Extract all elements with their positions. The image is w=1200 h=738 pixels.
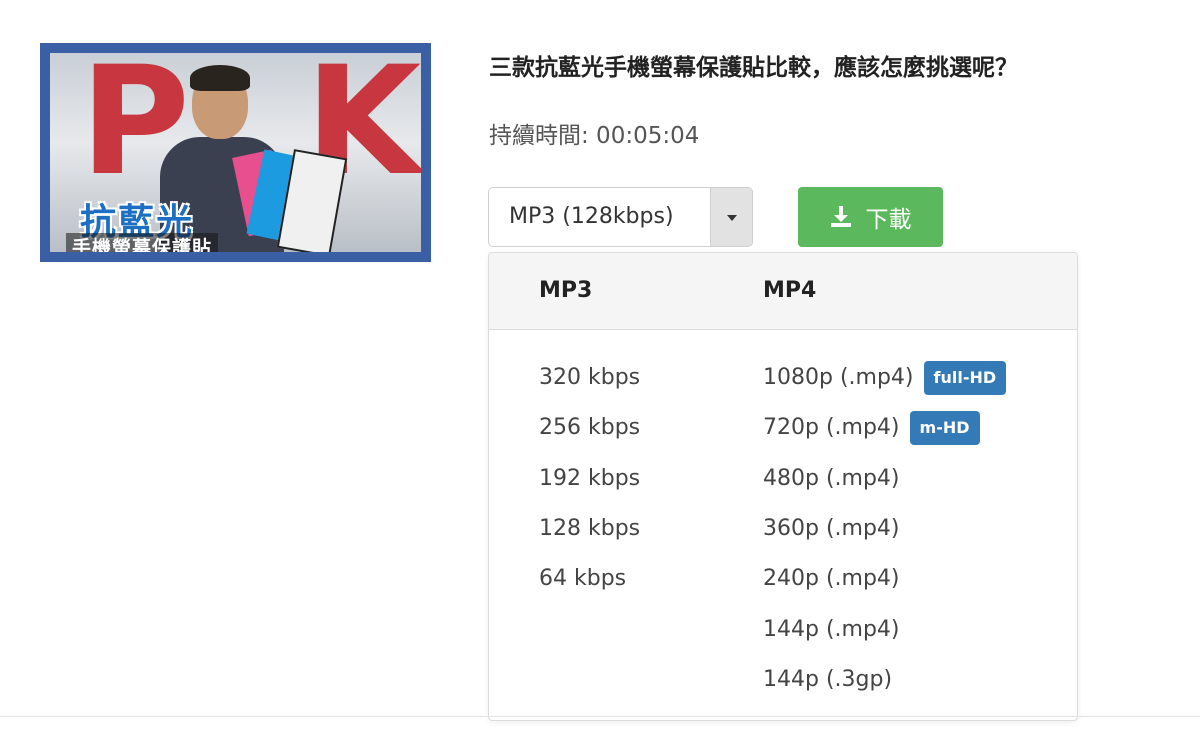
option-label: 64 kbps	[539, 566, 627, 592]
thumbnail-subtitle-text: 手機螢幕保護貼	[66, 233, 219, 252]
video-duration: 持續時間: 00:05:04	[489, 123, 700, 149]
mp3-options-list: 320 kbps 256 kbps 192 kbps 128 kbps 64 k…	[539, 353, 640, 604]
mp4-option-360p[interactable]: 360p (.mp4)	[763, 504, 1006, 554]
mp3-option-64kbps[interactable]: 64 kbps	[539, 554, 640, 604]
option-label: 144p (.mp4)	[763, 616, 900, 642]
option-label: 128 kbps	[539, 516, 641, 542]
format-select-value: MP3 (128kbps)	[509, 204, 674, 229]
option-label: 1080p (.mp4)	[763, 365, 914, 391]
download-icon	[830, 206, 851, 227]
mp3-option-320kbps[interactable]: 320 kbps	[539, 353, 640, 403]
mp4-option-1080p[interactable]: 1080p (.mp4) full-HD	[763, 353, 1007, 403]
mp3-option-256kbps[interactable]: 256 kbps	[539, 403, 640, 453]
video-thumbnail: P K 抗藍光 手機螢幕保護貼	[40, 43, 431, 262]
option-label: 256 kbps	[539, 415, 641, 441]
option-label: 320 kbps	[539, 365, 641, 391]
thumbnail-image: P K 抗藍光 手機螢幕保護貼	[50, 53, 421, 252]
caret-down-icon[interactable]	[710, 188, 752, 246]
download-button[interactable]: 下載	[798, 187, 943, 247]
mp4-option-480p[interactable]: 480p (.mp4)	[763, 454, 1006, 504]
option-label: 144p (.3gp)	[763, 666, 893, 692]
video-title: 三款抗藍光手機螢幕保護貼比較，應該怎麼挑選呢？	[489, 55, 1018, 81]
mp3-option-128kbps[interactable]: 128 kbps	[539, 504, 640, 554]
column-header-mp4: MP4	[763, 278, 817, 303]
dropdown-header: MP3 MP4	[489, 253, 1077, 330]
quality-badge: full-HD	[923, 361, 1007, 396]
format-dropdown-menu: MP3 MP4 320 kbps 256 kbps 192 kbps 128 k…	[488, 252, 1078, 721]
quality-badge: m-HD	[909, 411, 980, 446]
option-label: 720p (.mp4)	[763, 415, 900, 441]
option-label: 240p (.mp4)	[763, 566, 900, 592]
mp4-option-144p-mp4[interactable]: 144p (.mp4)	[763, 604, 1006, 654]
mp4-option-144p-3gp[interactable]: 144p (.3gp)	[763, 655, 1006, 705]
mp4-option-720p[interactable]: 720p (.mp4) m-HD	[763, 403, 1006, 453]
mp3-option-192kbps[interactable]: 192 kbps	[539, 454, 640, 504]
option-label: 480p (.mp4)	[763, 465, 900, 491]
format-select[interactable]: MP3 (128kbps)	[488, 187, 753, 247]
mp4-option-240p[interactable]: 240p (.mp4)	[763, 554, 1006, 604]
option-label: 360p (.mp4)	[763, 516, 900, 542]
download-button-label: 下載	[865, 207, 912, 233]
mp4-options-list: 1080p (.mp4) full-HD 720p (.mp4) m-HD 48…	[763, 353, 1007, 705]
divider	[0, 716, 1200, 717]
option-label: 192 kbps	[539, 465, 641, 491]
thumbnail-person-hair	[190, 65, 250, 91]
column-header-mp3: MP3	[539, 278, 593, 303]
page: P K 抗藍光 手機螢幕保護貼 三款抗藍光手機螢幕保護貼比較，應該怎麼挑選呢？ …	[0, 0, 1200, 738]
